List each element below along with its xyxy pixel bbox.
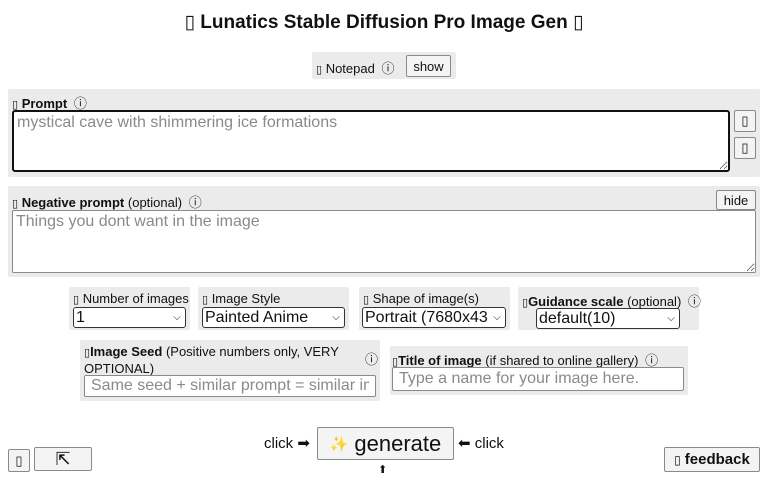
chevron-down-icon: ⌵ [667,313,675,324]
image-style-label-text: Image Style [211,291,281,306]
expand-icon: ⇱ [55,448,71,469]
generate-hint-right: ⬅ click [458,434,504,452]
title-right-icon: ▯ [572,12,584,33]
guidance-scale-panel: ▯Guidance scale (optional) ⓘ default(10)… [518,287,701,330]
image-seed-panel: ▯Image Seed (Positive numbers only, VERY… [80,340,380,401]
negative-prompt-hide-button[interactable]: hide [716,190,756,210]
image-title-note: (if shared to online gallery) [485,353,639,368]
chevron-down-icon: ⌵ [493,312,501,323]
notepad-show-button[interactable]: show [406,55,451,77]
arrow-up-icon: ⬆ [378,464,388,476]
guidance-scale-optional: (optional) [627,294,682,309]
negative-prompt-label: ▯ Negative prompt (optional) ⓘ [12,192,202,211]
guidance-scale-info-icon[interactable]: ⓘ [688,294,701,309]
image-style-select[interactable]: Painted Anime ⌵ [202,307,345,328]
prompt-panel: ▯ Prompt ⓘ ▯ ▯ [8,89,760,177]
guidance-scale-value: default(10) [539,309,616,327]
image-seed-label: ▯Image Seed (Positive numbers only, VERY… [84,344,354,376]
image-style-value: Painted Anime [205,308,309,326]
image-style-icon: ▯ [202,294,209,306]
image-shape-icon: ▯ [363,294,370,306]
num-images-label-text: Number of images [82,291,189,306]
prompt-label-text: Prompt [21,96,68,111]
image-title-label-text: Title of image [398,353,482,368]
arrow-left-icon: ⬅ [458,435,471,452]
arrow-right-icon: ➡ [297,435,310,452]
num-images-value: 1 [76,308,85,326]
image-title-input[interactable] [392,367,684,391]
negative-prompt-icon: ▯ [12,198,19,210]
image-shape-select[interactable]: Portrait (7680x43 ⌵ [362,307,506,328]
notepad-panel: ▯ Notepad ⓘ show [312,52,456,79]
negative-prompt-optional: (optional) [127,195,183,210]
prompt-side-icon-1: ▯ [741,113,749,128]
num-images-panel: ▯ Number of images 1 ⌵ [69,287,190,330]
prompt-textarea[interactable] [12,110,730,172]
footer-left-icon: ▯ [15,452,23,468]
num-images-select[interactable]: 1 ⌵ [73,307,186,328]
num-images-icon: ▯ [73,294,80,306]
chevron-down-icon: ⌵ [332,312,340,323]
image-seed-label-text: Image Seed [90,344,163,359]
prompt-side-icon-2: ▯ [741,140,749,155]
negative-prompt-info-icon[interactable]: ⓘ [189,195,202,210]
generate-button-label: generate [354,430,442,456]
image-style-panel: ▯ Image Style Painted Anime ⌵ [198,287,349,330]
notepad-label-text: Notepad [325,61,375,76]
title-left-icon: ▯ [184,12,196,33]
negative-prompt-label-text: Negative prompt [21,195,125,210]
prompt-info-icon[interactable]: ⓘ [74,96,87,111]
negative-prompt-panel: ▯ Negative prompt (optional) ⓘ hide [8,186,760,277]
generate-button[interactable]: ✨ generate [317,427,454,460]
prompt-side-button-2[interactable]: ▯ [734,137,756,159]
prompt-side-button-1[interactable]: ▯ [734,110,756,132]
negative-prompt-textarea[interactable] [12,210,756,273]
image-shape-label: ▯ Shape of image(s) [363,291,479,306]
notepad-label: ▯ Notepad ⓘ [316,58,394,77]
notepad-icon: ▯ [316,64,323,76]
feedback-label: feedback [684,451,750,468]
guidance-scale-select[interactable]: default(10) ⌵ [536,308,680,329]
expand-button[interactable]: ⇱ [34,447,92,471]
generate-hint-left: click ➡ [264,434,310,452]
num-images-label: ▯ Number of images [73,291,189,306]
notepad-info-icon[interactable]: ⓘ [381,61,394,76]
guidance-scale-label-text: Guidance scale [528,294,624,309]
page-title: ▯ Lunatics Stable Diffusion Pro Image Ge… [0,11,768,34]
title-text: Lunatics Stable Diffusion Pro Image Gen [200,12,568,33]
footer-left-button[interactable]: ▯ [8,449,30,472]
image-shape-label-text: Shape of image(s) [372,291,479,306]
sparkles-icon: ✨ [329,435,349,453]
chevron-down-icon: ⌵ [173,312,181,323]
image-title-panel: ▯Title of image (if shared to online gal… [390,346,688,395]
image-seed-input[interactable] [84,375,376,397]
feedback-icon: ▯ [674,452,681,467]
click-right-text: click [474,435,504,452]
click-left-text: click [264,435,294,452]
image-seed-info-icon[interactable]: ⓘ [365,349,378,368]
image-shape-panel: ▯ Shape of image(s) Portrait (7680x43 ⌵ [359,287,510,330]
image-shape-value: Portrait (7680x43 [365,308,488,326]
image-style-label: ▯ Image Style [202,291,280,306]
image-title-info-icon[interactable]: ⓘ [645,353,658,368]
feedback-button[interactable]: ▯ feedback [664,447,760,472]
